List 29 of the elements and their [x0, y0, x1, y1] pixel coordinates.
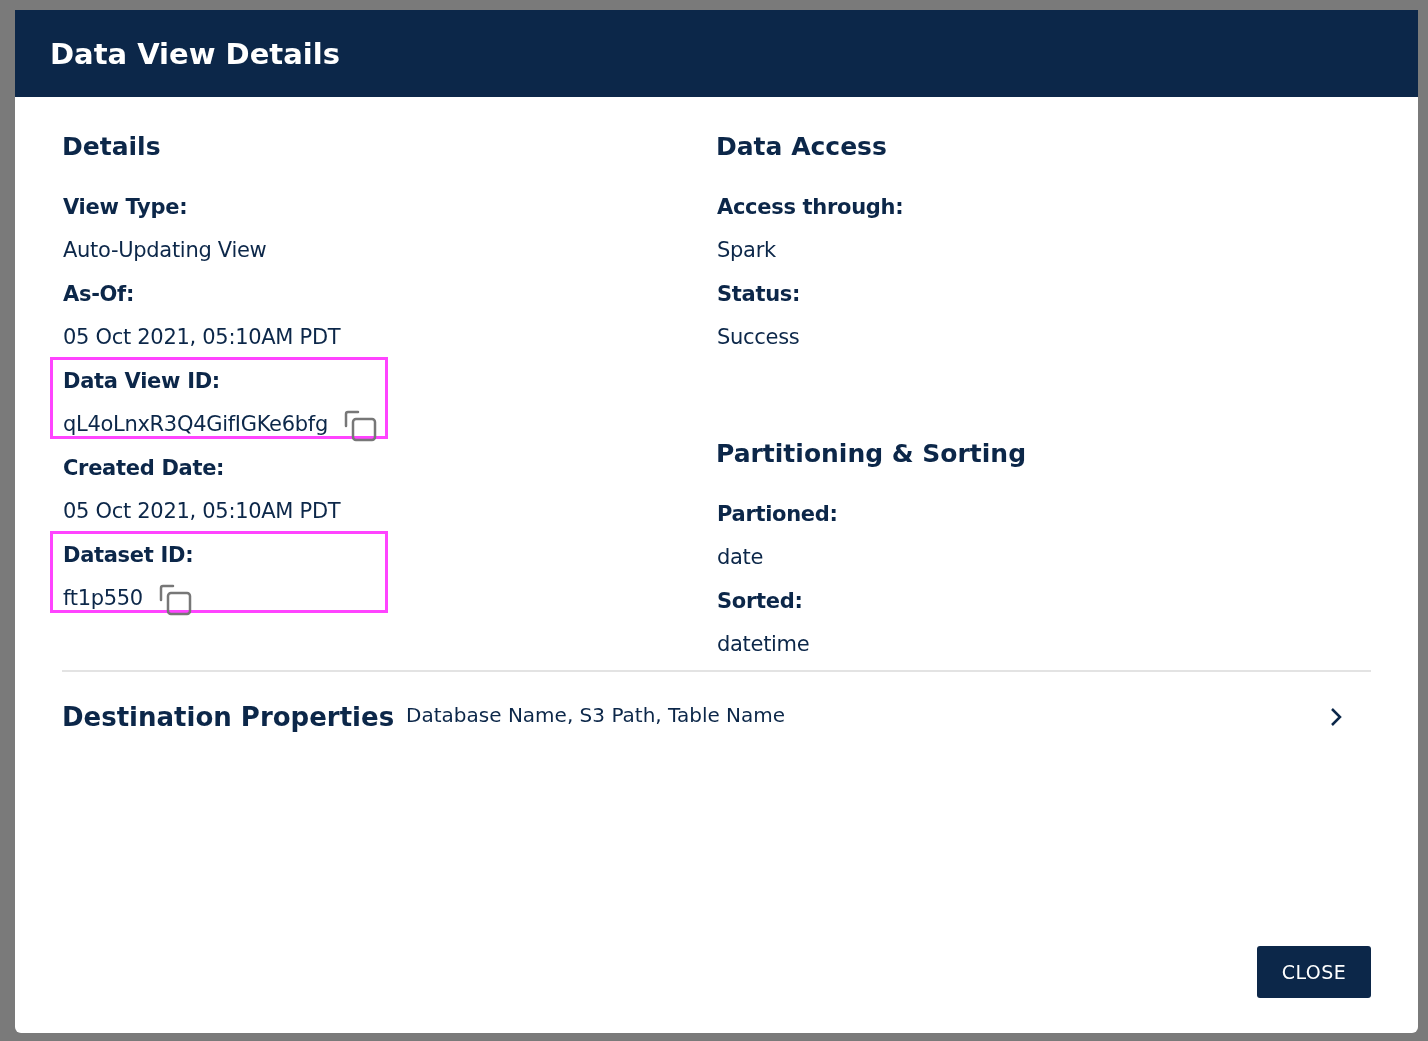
field-value: Auto-Updating View: [63, 237, 267, 264]
field-value: datetime: [717, 631, 810, 658]
section-heading: Partitioning & Sorting: [716, 438, 1028, 470]
destination-properties-row[interactable]: Destination Properties Database Name, S3 Path, Table Name: [62, 702, 1371, 732]
field-value: Success: [717, 324, 800, 351]
field-value: 05 Oct 2021, 05:10AM PDT: [63, 498, 341, 525]
field-value: Spark: [717, 237, 776, 264]
field-label: Status:: [717, 281, 802, 308]
field-value: date: [717, 544, 764, 571]
field-value: ft1p550: [63, 585, 143, 612]
field-label: Partioned:: [717, 501, 839, 528]
dialog-title: Data View Details: [50, 36, 340, 71]
copy-icon[interactable]: [158, 584, 193, 616]
destination-summary: Database Name, S3 Path, Table Name: [406, 703, 787, 727]
chevron-icon: [1329, 706, 1343, 728]
field-label: Created Date:: [63, 455, 226, 482]
copy-icon[interactable]: [343, 410, 378, 442]
field-label: Sorted:: [717, 588, 804, 615]
section-heading: Details: [62, 131, 162, 163]
destination-title: Destination Properties: [62, 702, 395, 732]
field-value: qL4oLnxR3Q4GifIGKe6bfg: [63, 411, 328, 438]
field-label: As-Of:: [63, 281, 136, 308]
field-value: 05 Oct 2021, 05:10AM PDT: [63, 324, 341, 351]
field-label: Access through:: [717, 194, 905, 221]
field-label: Data View ID:: [63, 368, 221, 395]
field-label: Dataset ID:: [63, 542, 195, 569]
field-label: View Type:: [63, 194, 189, 221]
close-button[interactable]: CLOSE: [1257, 946, 1371, 998]
section-heading: Data Access: [716, 131, 888, 163]
